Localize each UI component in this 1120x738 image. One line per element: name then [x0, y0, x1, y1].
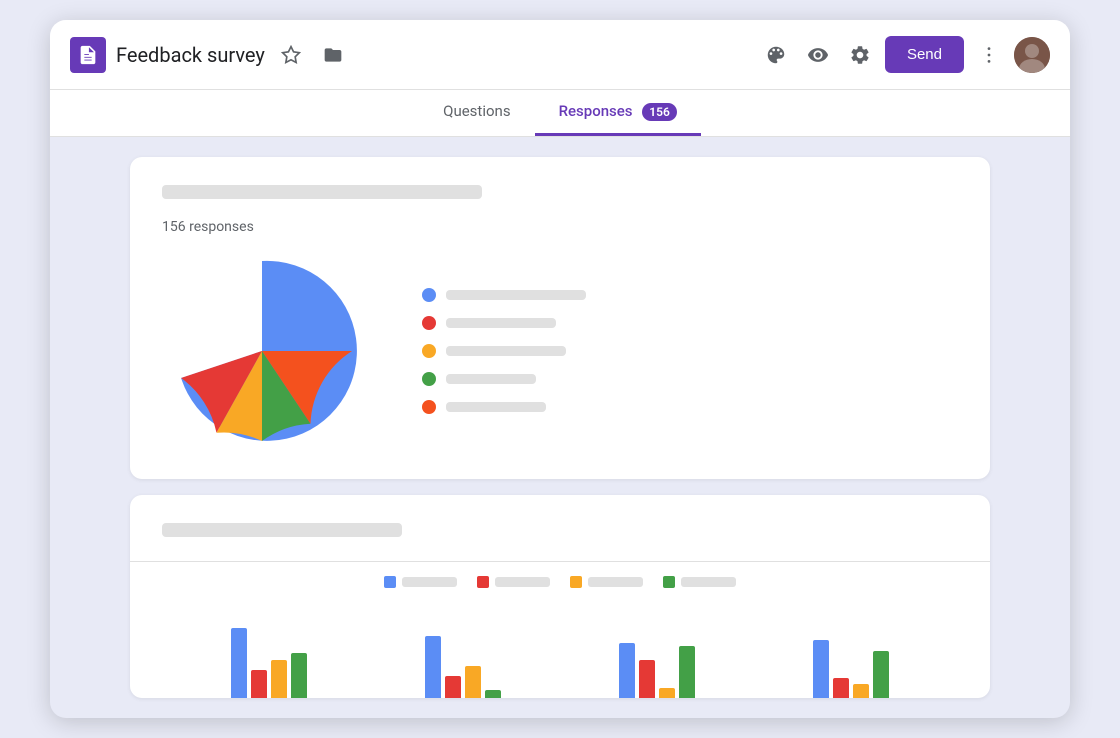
bar-4-green	[873, 651, 889, 698]
bar-group-2	[425, 636, 501, 698]
bar-1-blue	[231, 628, 247, 698]
legend-dot-blue	[422, 288, 436, 302]
card2-skeleton-title	[162, 523, 402, 537]
header-right: Send	[759, 36, 1050, 73]
star-button[interactable]	[275, 39, 307, 71]
legend-item-blue	[422, 288, 586, 302]
form-title: Feedback survey	[116, 43, 265, 67]
pie-legend-wrapper	[162, 251, 958, 451]
legend-bar-blue	[446, 290, 586, 300]
bar-legend-yellow	[570, 576, 643, 588]
legend-bar-yellow	[446, 346, 566, 356]
bar-legend-square-blue	[384, 576, 396, 588]
bar-legend-green	[663, 576, 736, 588]
avatar[interactable]	[1014, 37, 1050, 73]
bar-legend-square-yellow	[570, 576, 582, 588]
legend-dot-orange	[422, 400, 436, 414]
legend-item-yellow	[422, 344, 586, 358]
bar-legend-text-green	[681, 577, 736, 587]
bar-group-4	[813, 640, 889, 698]
bar-group-1	[231, 628, 307, 698]
app-window: Feedback survey	[50, 20, 1070, 718]
legend	[422, 288, 586, 414]
bar-4-red	[833, 678, 849, 698]
main-content: 156 responses	[50, 137, 1070, 718]
bar-1-yellow	[271, 660, 287, 698]
more-options-button[interactable]	[972, 38, 1006, 72]
legend-item-green	[422, 372, 586, 386]
bar-legend-text-red	[495, 577, 550, 587]
bar-legend-blue	[384, 576, 457, 588]
bar-3-blue	[619, 643, 635, 698]
bar-3-red	[639, 660, 655, 698]
card1-skeleton-title	[162, 185, 482, 199]
bar-legend-square-green	[663, 576, 675, 588]
bar-legend-square-red	[477, 576, 489, 588]
bar-legend-red	[477, 576, 550, 588]
bar-chart	[162, 608, 958, 698]
bar-2-blue	[425, 636, 441, 698]
bar-legend-text-blue	[402, 577, 457, 587]
bar-1-red	[251, 670, 267, 698]
legend-item-red	[422, 316, 586, 330]
folder-button[interactable]	[317, 39, 349, 71]
header-left: Feedback survey	[70, 37, 759, 73]
settings-button[interactable]	[843, 38, 877, 72]
bar-2-green	[485, 690, 501, 698]
bar-legend	[162, 576, 958, 588]
preview-button[interactable]	[801, 38, 835, 72]
legend-bar-orange	[446, 402, 546, 412]
bar-2-red	[445, 676, 461, 698]
tab-responses[interactable]: Responses 156	[535, 90, 701, 136]
bar-group-3	[619, 643, 695, 698]
responses-count: 156 responses	[162, 219, 958, 235]
bar-4-yellow	[853, 684, 869, 698]
legend-dot-yellow	[422, 344, 436, 358]
palette-button[interactable]	[759, 38, 793, 72]
legend-dot-red	[422, 316, 436, 330]
send-button[interactable]: Send	[885, 36, 964, 73]
bar-2-yellow	[465, 666, 481, 698]
legend-bar-green	[446, 374, 536, 384]
bar-1-green	[291, 653, 307, 698]
card-bar	[130, 495, 990, 698]
form-doc-icon	[77, 44, 99, 66]
bar-3-yellow	[659, 688, 675, 698]
legend-dot-green	[422, 372, 436, 386]
header: Feedback survey	[50, 20, 1070, 90]
bar-legend-text-yellow	[588, 577, 643, 587]
pie-chart	[162, 251, 362, 451]
bar-4-blue	[813, 640, 829, 698]
legend-item-orange	[422, 400, 586, 414]
tab-bar: Questions Responses 156	[50, 90, 1070, 137]
tab-questions[interactable]: Questions	[419, 90, 534, 136]
responses-badge: 156	[642, 103, 677, 121]
card-pie: 156 responses	[130, 157, 990, 479]
form-icon	[70, 37, 106, 73]
bar-3-green	[679, 646, 695, 698]
legend-bar-red	[446, 318, 556, 328]
